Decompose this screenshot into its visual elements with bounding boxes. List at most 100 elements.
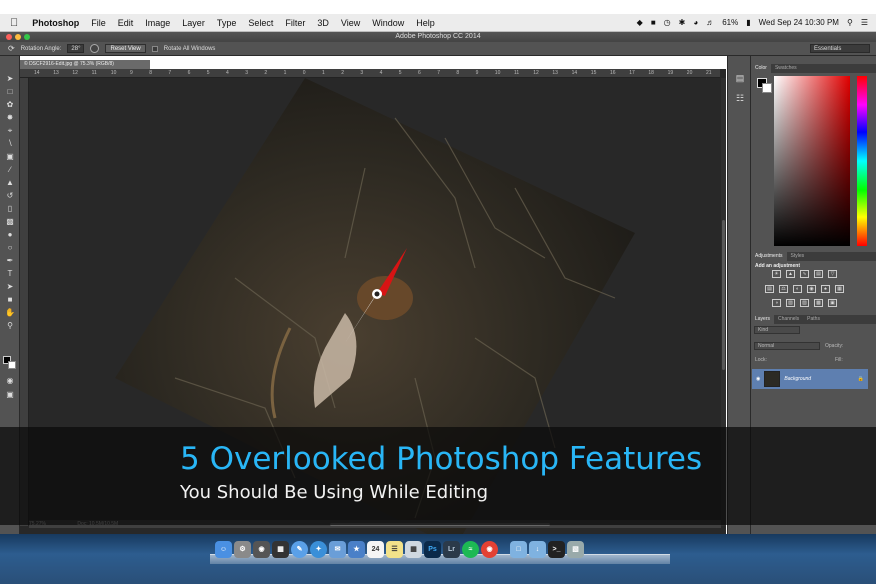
volume-icon[interactable]: ♬ xyxy=(706,18,714,27)
screen-mode-icon[interactable]: ▣ xyxy=(5,390,15,400)
zoom-window-button[interactable] xyxy=(24,34,30,40)
layer-kind-filter[interactable]: Kind xyxy=(754,326,800,334)
quick-select-tool-icon[interactable]: ✸ xyxy=(5,113,15,123)
menu-type[interactable]: Type xyxy=(211,18,243,28)
dropbox-icon[interactable]: ◆ xyxy=(637,18,643,27)
selective-color-adjustment-icon[interactable]: ▣ xyxy=(828,299,837,307)
lasso-tool-icon[interactable]: ✿ xyxy=(5,100,15,110)
vertical-scroll-thumb[interactable] xyxy=(722,220,725,370)
terminal-icon[interactable]: >_ xyxy=(548,541,565,558)
eyedropper-tool-icon[interactable]: ∖ xyxy=(5,139,15,149)
path-selection-tool-icon[interactable]: ➤ xyxy=(5,282,15,292)
pen-tool-icon[interactable]: ✒ xyxy=(5,256,15,266)
workspace-select[interactable]: Essentials xyxy=(810,44,870,53)
bluetooth-icon[interactable]: ✱ xyxy=(679,18,686,27)
document-tab[interactable]: © DSCF2916-Edit.jpg @ 75.3% (RGB/8) xyxy=(20,60,150,69)
background-color-swatch[interactable] xyxy=(8,361,16,369)
hue-slider[interactable] xyxy=(857,76,867,246)
dodge-tool-icon[interactable]: ○ xyxy=(5,243,15,253)
close-window-button[interactable] xyxy=(6,34,12,40)
quick-mask-icon[interactable]: ◉ xyxy=(5,376,15,386)
tab-channels[interactable]: Channels xyxy=(774,315,803,324)
healing-brush-tool-icon[interactable]: ▣ xyxy=(5,152,15,162)
exposure-adjustment-icon[interactable]: ▤ xyxy=(814,270,823,278)
messages-icon[interactable]: ✎ xyxy=(291,541,308,558)
posterize-adjustment-icon[interactable]: ▨ xyxy=(786,299,795,307)
hand-tool-icon[interactable]: ✋ xyxy=(5,308,15,318)
shape-tool-icon[interactable]: ■ xyxy=(5,295,15,305)
blend-mode-select[interactable]: Normal xyxy=(754,342,820,350)
menu-file[interactable]: File xyxy=(85,18,112,28)
gradient-map-adjustment-icon[interactable]: ▩ xyxy=(814,299,823,307)
menu-app[interactable]: Photoshop xyxy=(26,18,85,28)
tab-color[interactable]: Color xyxy=(751,64,771,73)
tab-swatches[interactable]: Swatches xyxy=(771,64,801,73)
preview-icon[interactable]: ▦ xyxy=(405,541,422,558)
zoom-tool-icon[interactable]: ⚲ xyxy=(5,321,15,331)
history-brush-tool-icon[interactable]: ↺ xyxy=(5,191,15,201)
minimize-window-button[interactable] xyxy=(15,34,21,40)
calendar-icon[interactable]: 24 xyxy=(367,541,384,558)
clone-stamp-tool-icon[interactable]: ▲ xyxy=(5,178,15,188)
apple-icon[interactable]:  xyxy=(0,17,26,29)
finder-icon[interactable]: ☺ xyxy=(215,541,232,558)
menu-help[interactable]: Help xyxy=(410,18,441,28)
menu-filter[interactable]: Filter xyxy=(279,18,311,28)
photoshop-icon[interactable]: Ps xyxy=(424,541,441,558)
photo-booth-icon[interactable]: ◉ xyxy=(253,541,270,558)
properties-panel-icon[interactable]: ☷ xyxy=(734,92,746,104)
menu-3d[interactable]: 3D xyxy=(311,18,335,28)
mail-icon[interactable]: ✉ xyxy=(329,541,346,558)
history-panel-icon[interactable]: ▤ xyxy=(734,72,746,84)
type-tool-icon[interactable]: T xyxy=(5,269,15,279)
safari-icon[interactable]: ✦ xyxy=(310,541,327,558)
threshold-adjustment-icon[interactable]: ▧ xyxy=(800,299,809,307)
levels-adjustment-icon[interactable]: ▲ xyxy=(786,270,795,278)
rotation-angle-input[interactable]: 28° xyxy=(67,44,85,53)
black-white-adjustment-icon[interactable]: ◐ xyxy=(793,285,802,293)
rotate-view-tool-icon[interactable]: ⟳ xyxy=(8,44,15,53)
menu-view[interactable]: View xyxy=(335,18,366,28)
menu-layer[interactable]: Layer xyxy=(176,18,211,28)
move-tool-icon[interactable]: ➤ xyxy=(5,74,15,84)
gradient-tool-icon[interactable]: ▩ xyxy=(5,217,15,227)
chrome-icon[interactable]: ◉ xyxy=(481,541,498,558)
menu-image[interactable]: Image xyxy=(139,18,176,28)
crop-tool-icon[interactable]: ⌖ xyxy=(5,126,15,136)
invert-adjustment-icon[interactable]: ◑ xyxy=(772,299,781,307)
lightroom-icon[interactable]: Lr xyxy=(443,541,460,558)
timemachine-icon[interactable]: ◷ xyxy=(664,18,671,27)
downloads-icon[interactable]: ↓ xyxy=(529,541,546,558)
tab-layers[interactable]: Layers xyxy=(751,315,775,324)
system-preferences-icon[interactable]: ⚙ xyxy=(234,541,251,558)
clock[interactable]: Wed Sep 24 10:30 PM xyxy=(759,18,839,27)
curves-adjustment-icon[interactable]: ∿ xyxy=(800,270,809,278)
menu-window[interactable]: Window xyxy=(366,18,410,28)
tab-adjustments[interactable]: Adjustments xyxy=(751,252,787,261)
spotify-icon[interactable]: ≈ xyxy=(462,541,479,558)
brightness-adjustment-icon[interactable]: ☀ xyxy=(772,270,781,278)
layer-thumbnail[interactable] xyxy=(764,371,781,387)
photo-filter-adjustment-icon[interactable]: ◉ xyxy=(807,285,816,293)
reset-view-button[interactable]: Reset View xyxy=(105,44,146,53)
brush-tool-icon[interactable]: ∕ xyxy=(5,165,15,175)
vibrance-adjustment-icon[interactable]: ▽ xyxy=(828,270,837,278)
folder-icon[interactable]: □ xyxy=(510,541,527,558)
notes-icon[interactable]: ☰ xyxy=(386,541,403,558)
wifi-icon[interactable]: ◕ xyxy=(693,18,698,27)
rotate-all-windows-checkbox[interactable] xyxy=(151,45,158,52)
battery-percent[interactable]: 61% xyxy=(722,18,738,27)
menu-edit[interactable]: Edit xyxy=(112,18,140,28)
color-picker-field[interactable] xyxy=(774,76,850,246)
eraser-tool-icon[interactable]: ▯ xyxy=(5,204,15,214)
layer-name[interactable]: Background xyxy=(784,376,853,382)
channel-mixer-adjustment-icon[interactable]: ♠ xyxy=(821,285,830,293)
iphoto-icon[interactable]: ★ xyxy=(348,541,365,558)
layer-row-background[interactable]: ◉ Background 🔒 xyxy=(752,369,868,389)
blur-tool-icon[interactable]: ● xyxy=(5,230,15,240)
trash-icon[interactable]: ▧ xyxy=(567,541,584,558)
piano-icon[interactable]: ▦ xyxy=(272,541,289,558)
spotlight-icon[interactable]: ⚲ xyxy=(847,18,853,27)
marquee-tool-icon[interactable]: □ xyxy=(5,87,15,97)
horizontal-ruler[interactable]: 14 13 12 11 10 9 8 7 6 5 4 3 2 1 0 1 2 3 4 5 6 7 8 9 10 11 12 13 14 1… xyxy=(20,69,720,78)
